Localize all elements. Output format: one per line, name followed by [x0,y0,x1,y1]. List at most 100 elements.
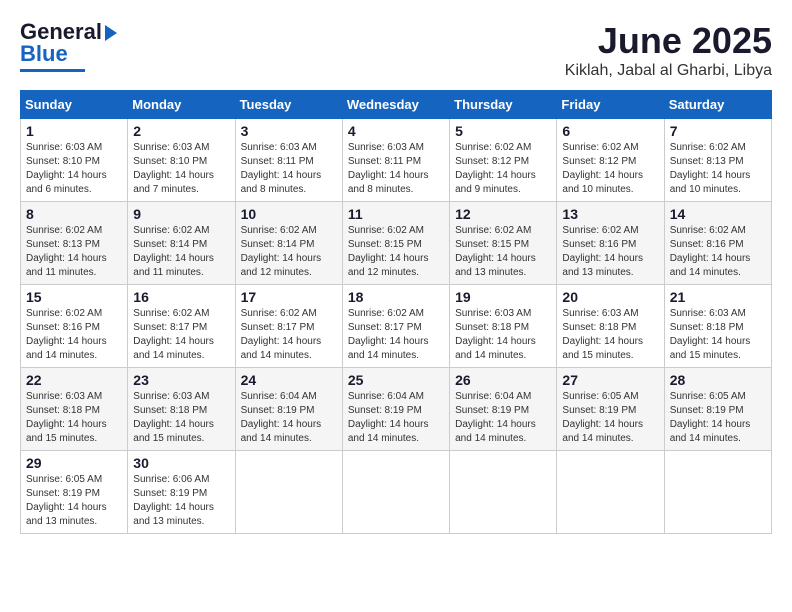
logo-underline [20,69,85,72]
day-number: 23 [133,372,229,388]
calendar-cell: 24 Sunrise: 6:04 AM Sunset: 8:19 PM Dayli… [235,368,342,451]
calendar-cell [664,451,771,534]
day-number: 17 [241,289,337,305]
day-number: 15 [26,289,122,305]
day-number: 30 [133,455,229,471]
calendar-cell: 5Sunrise: 6:02 AM Sunset: 8:12 PM Daylig… [450,119,557,202]
day-info: Sunrise: 6:02 AM Sunset: 8:13 PM Dayligh… [26,224,122,280]
calendar-cell: 8 Sunrise: 6:02 AM Sunset: 8:13 PM Daylig… [21,202,128,285]
day-number: 5 [455,123,551,139]
day-number: 13 [562,206,658,222]
day-info: Sunrise: 6:03 AM Sunset: 8:18 PM Dayligh… [455,307,551,363]
calendar-cell: 18 Sunrise: 6:02 AM Sunset: 8:17 PM Dayli… [342,285,449,368]
day-number: 24 [241,372,337,388]
day-info: Sunrise: 6:06 AM Sunset: 8:19 PM Dayligh… [133,473,229,529]
title-section: June 2025 Kiklah, Jabal al Gharbi, Libya [565,20,772,80]
logo-arrow-icon [105,25,117,41]
calendar-cell: 1 Sunrise: 6:03 AM Sunset: 8:10 PM Daylig… [21,119,128,202]
day-info: Sunrise: 6:03 AM Sunset: 8:11 PM Dayligh… [348,141,444,197]
day-number: 8 [26,206,122,222]
day-info: Sunrise: 6:05 AM Sunset: 8:19 PM Dayligh… [26,473,122,529]
day-number: 4 [348,123,444,139]
calendar-header-row: Sunday Monday Tuesday Wednesday Thursday… [21,91,772,119]
day-info: Sunrise: 6:05 AM Sunset: 8:19 PM Dayligh… [562,390,658,446]
calendar-cell: 28Sunrise: 6:05 AM Sunset: 8:19 PM Dayli… [664,368,771,451]
calendar-cell: 16 Sunrise: 6:02 AM Sunset: 8:17 PM Dayli… [128,285,235,368]
day-info: Sunrise: 6:02 AM Sunset: 8:16 PM Dayligh… [562,224,658,280]
day-number: 21 [670,289,766,305]
day-number: 1 [26,123,122,139]
calendar-cell: 30 Sunrise: 6:06 AM Sunset: 8:19 PM Dayli… [128,451,235,534]
day-number: 22 [26,372,122,388]
calendar-cell: 7 Sunrise: 6:02 AM Sunset: 8:13 PM Daylig… [664,119,771,202]
calendar-cell [450,451,557,534]
day-info: Sunrise: 6:05 AM Sunset: 8:19 PM Dayligh… [670,390,766,446]
calendar-cell: 15 Sunrise: 6:02 AM Sunset: 8:16 PM Dayli… [21,285,128,368]
calendar-cell: 2Sunrise: 6:03 AM Sunset: 8:10 PM Daylig… [128,119,235,202]
day-number: 11 [348,206,444,222]
day-info: Sunrise: 6:02 AM Sunset: 8:14 PM Dayligh… [241,224,337,280]
calendar-cell: 3 Sunrise: 6:03 AM Sunset: 8:11 PM Daylig… [235,119,342,202]
day-info: Sunrise: 6:02 AM Sunset: 8:14 PM Dayligh… [133,224,229,280]
day-number: 25 [348,372,444,388]
calendar-cell: 19 Sunrise: 6:03 AM Sunset: 8:18 PM Dayli… [450,285,557,368]
header-friday: Friday [557,91,664,119]
calendar-cell: 25 Sunrise: 6:04 AM Sunset: 8:19 PM Dayli… [342,368,449,451]
calendar-subtitle: Kiklah, Jabal al Gharbi, Libya [565,62,772,80]
day-info: Sunrise: 6:04 AM Sunset: 8:19 PM Dayligh… [455,390,551,446]
calendar-week-2: 8 Sunrise: 6:02 AM Sunset: 8:13 PM Daylig… [21,202,772,285]
calendar-cell [235,451,342,534]
logo: General Blue [20,20,117,72]
day-number: 9 [133,206,229,222]
day-info: Sunrise: 6:02 AM Sunset: 8:17 PM Dayligh… [241,307,337,363]
calendar-cell: 23 Sunrise: 6:03 AM Sunset: 8:18 PM Dayli… [128,368,235,451]
day-number: 27 [562,372,658,388]
day-info: Sunrise: 6:02 AM Sunset: 8:17 PM Dayligh… [133,307,229,363]
calendar-cell [557,451,664,534]
header-saturday: Saturday [664,91,771,119]
day-number: 19 [455,289,551,305]
header-sunday: Sunday [21,91,128,119]
day-number: 10 [241,206,337,222]
day-info: Sunrise: 6:03 AM Sunset: 8:18 PM Dayligh… [133,390,229,446]
calendar-cell: 6Sunrise: 6:02 AM Sunset: 8:12 PM Daylig… [557,119,664,202]
day-number: 6 [562,123,658,139]
calendar-cell: 27 Sunrise: 6:05 AM Sunset: 8:19 PM Dayli… [557,368,664,451]
day-info: Sunrise: 6:04 AM Sunset: 8:19 PM Dayligh… [348,390,444,446]
day-info: Sunrise: 6:02 AM Sunset: 8:16 PM Dayligh… [26,307,122,363]
calendar-cell: 4 Sunrise: 6:03 AM Sunset: 8:11 PM Daylig… [342,119,449,202]
day-info: Sunrise: 6:02 AM Sunset: 8:16 PM Dayligh… [670,224,766,280]
day-info: Sunrise: 6:02 AM Sunset: 8:17 PM Dayligh… [348,307,444,363]
calendar-cell: 12 Sunrise: 6:02 AM Sunset: 8:15 PM Dayli… [450,202,557,285]
page-header: General Blue June 2025 Kiklah, Jabal al … [20,20,772,80]
day-info: Sunrise: 6:04 AM Sunset: 8:19 PM Dayligh… [241,390,337,446]
calendar-cell: 9 Sunrise: 6:02 AM Sunset: 8:14 PM Daylig… [128,202,235,285]
day-number: 20 [562,289,658,305]
day-number: 14 [670,206,766,222]
day-number: 7 [670,123,766,139]
calendar-cell: 10 Sunrise: 6:02 AM Sunset: 8:14 PM Dayli… [235,202,342,285]
calendar-week-4: 22 Sunrise: 6:03 AM Sunset: 8:18 PM Dayli… [21,368,772,451]
calendar-cell: 13 Sunrise: 6:02 AM Sunset: 8:16 PM Dayli… [557,202,664,285]
calendar-week-1: 1 Sunrise: 6:03 AM Sunset: 8:10 PM Daylig… [21,119,772,202]
calendar-title: June 2025 [565,20,772,62]
day-info: Sunrise: 6:03 AM Sunset: 8:11 PM Dayligh… [241,141,337,197]
day-info: Sunrise: 6:03 AM Sunset: 8:18 PM Dayligh… [670,307,766,363]
day-info: Sunrise: 6:03 AM Sunset: 8:10 PM Dayligh… [26,141,122,197]
day-number: 3 [241,123,337,139]
day-number: 12 [455,206,551,222]
day-number: 26 [455,372,551,388]
calendar-cell: 21 Sunrise: 6:03 AM Sunset: 8:18 PM Dayli… [664,285,771,368]
header-thursday: Thursday [450,91,557,119]
day-info: Sunrise: 6:02 AM Sunset: 8:15 PM Dayligh… [455,224,551,280]
day-info: Sunrise: 6:03 AM Sunset: 8:18 PM Dayligh… [562,307,658,363]
calendar-cell: 22Sunrise: 6:03 AM Sunset: 8:18 PM Dayli… [21,368,128,451]
logo-blue: Blue [20,42,68,66]
day-number: 16 [133,289,229,305]
header-wednesday: Wednesday [342,91,449,119]
header-tuesday: Tuesday [235,91,342,119]
calendar-week-5: 29Sunrise: 6:05 AM Sunset: 8:19 PM Dayli… [21,451,772,534]
day-number: 18 [348,289,444,305]
day-number: 2 [133,123,229,139]
day-info: Sunrise: 6:02 AM Sunset: 8:13 PM Dayligh… [670,141,766,197]
